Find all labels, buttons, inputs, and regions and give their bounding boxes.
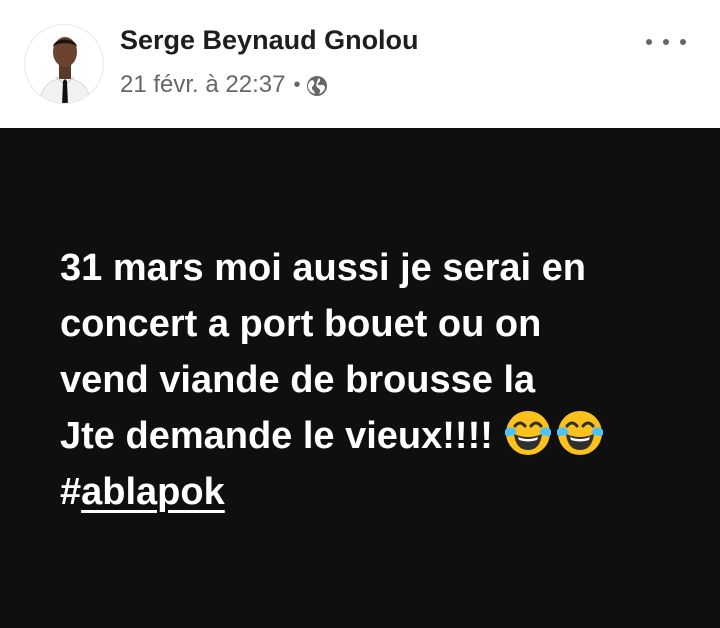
post-timestamp[interactable]: 21 févr. à 22:37	[120, 71, 285, 99]
post-meta: 21 févr. à 22:37 •	[120, 71, 328, 99]
more-options-icon	[646, 39, 652, 45]
more-options-icon	[680, 39, 686, 45]
post-body: 31 mars moi aussi je serai en concert a …	[0, 128, 720, 628]
more-options-icon	[663, 39, 669, 45]
post-text-line-2: concert a port bouet ou on	[60, 303, 542, 345]
author-name[interactable]: Serge Beynaud Gnolou	[120, 25, 419, 56]
meta-separator: •	[293, 73, 301, 96]
laughing-tears-emoji-icon	[555, 408, 605, 458]
more-options-button[interactable]	[646, 30, 686, 54]
globe-icon[interactable]	[306, 75, 328, 97]
hashtag-symbol: #	[60, 471, 82, 513]
hashtag-link[interactable]: ablapok	[81, 471, 225, 513]
post-text-line-1: 31 mars moi aussi je serai en	[60, 247, 586, 289]
post-header: Serge Beynaud Gnolou 21 févr. à 22:37 •	[0, 0, 720, 128]
profile-photo-icon	[25, 25, 103, 103]
post-text: 31 mars moi aussi je serai en concert a …	[60, 240, 680, 520]
laughing-tears-emoji-icon	[503, 408, 553, 458]
post-text-line-4: Jte demande le vieux!!!!	[60, 415, 493, 457]
avatar[interactable]	[24, 24, 104, 104]
post-text-line-3: vend viande de brousse la	[60, 359, 536, 401]
